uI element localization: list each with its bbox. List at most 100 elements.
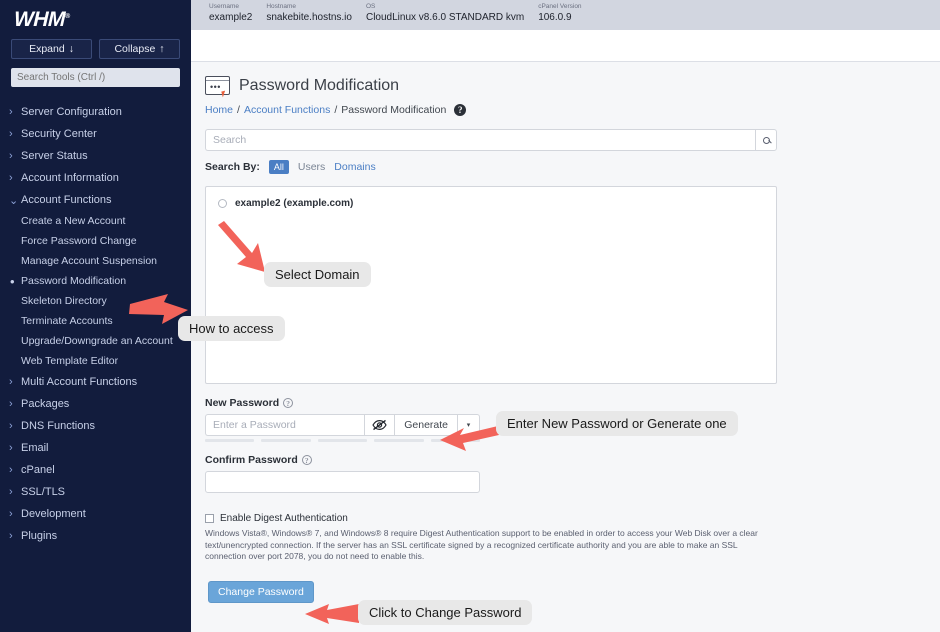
- sidebar-subitem-web-template-editor[interactable]: Web Template Editor: [0, 351, 191, 371]
- breadcrumb-account-functions[interactable]: Account Functions: [244, 104, 330, 116]
- sidebar-item-plugins[interactable]: › Plugins: [0, 525, 191, 547]
- filter-users[interactable]: Users: [298, 161, 325, 173]
- search-by-filters: Search By: All Users Domains: [205, 160, 940, 174]
- sidebar-subitem-label: Terminate Accounts: [21, 315, 113, 327]
- server-info-bar: Username example2 Hostname snakebite.hos…: [191, 0, 940, 30]
- expand-label: Expand: [29, 43, 65, 55]
- account-label: example2 (example.com): [235, 198, 354, 209]
- main-content: ••• Password Modification Home / Account…: [191, 62, 940, 632]
- help-icon[interactable]: ?: [283, 398, 294, 408]
- sidebar-item-label: Account Functions: [21, 194, 112, 206]
- sidebar-item-label: Plugins: [21, 530, 58, 542]
- sidebar-item-label: Server Configuration: [21, 106, 122, 118]
- search-icon: [762, 136, 770, 144]
- eye-slash-icon: [372, 419, 387, 431]
- chevron-right-icon: ›: [9, 486, 13, 498]
- sidebar-item-server-status[interactable]: › Server Status: [0, 145, 191, 167]
- password-modification-icon: •••: [205, 76, 230, 98]
- filter-domains[interactable]: Domains: [334, 161, 375, 173]
- sidebar-item-label: Multi Account Functions: [21, 376, 138, 388]
- collapse-button[interactable]: Collapse ↑: [99, 39, 180, 59]
- info-value: CloudLinux v8.6.0 STANDARD kvm: [365, 12, 525, 23]
- submit-row: Change Password: [205, 580, 940, 603]
- info-label: cPanel Version: [538, 3, 582, 10]
- breadcrumb-home[interactable]: Home: [205, 104, 233, 116]
- chevron-right-icon: ›: [9, 128, 13, 140]
- sidebar-item-development[interactable]: › Development: [0, 503, 191, 525]
- sidebar-subitem-label: Web Template Editor: [21, 355, 119, 367]
- info-value: snakebite.hostns.io: [266, 12, 352, 23]
- search-by-label: Search By:: [205, 161, 260, 173]
- sidebar-subitem-label: Force Password Change: [21, 235, 137, 247]
- new-password-input[interactable]: [205, 414, 365, 436]
- filter-all[interactable]: All: [268, 160, 289, 174]
- server-info-os: OS CloudLinux v8.6.0 STANDARD kvm: [366, 2, 524, 24]
- sidebar-item-account-functions[interactable]: ⌄ Account Functions: [0, 189, 191, 211]
- sidebar-search-wrap: [0, 59, 191, 87]
- sidebar-item-ssl-tls[interactable]: › SSL/TLS: [0, 481, 191, 503]
- help-icon[interactable]: ?: [454, 104, 467, 116]
- sidebar-subitem-create-a-new-account[interactable]: Create a New Account: [0, 211, 191, 231]
- sidebar-item-label: Account Information: [21, 172, 119, 184]
- chevron-right-icon: ›: [9, 530, 13, 542]
- active-indicator-icon: •: [10, 273, 15, 289]
- info-value: example2: [209, 12, 253, 23]
- info-label: OS: [365, 3, 376, 10]
- chevron-right-icon: ›: [9, 376, 13, 388]
- change-password-button[interactable]: Change Password: [208, 580, 314, 603]
- header-spacer: [191, 30, 940, 62]
- sidebar-item-account-information[interactable]: › Account Information: [0, 167, 191, 189]
- sidebar-subitem-label: Upgrade/Downgrade an Account: [21, 335, 173, 347]
- whm-logo-text: WHM: [13, 8, 66, 31]
- search-input[interactable]: [205, 129, 755, 151]
- sidebar-item-packages[interactable]: › Packages: [0, 393, 191, 415]
- confirm-password-label-text: Confirm Password: [205, 454, 298, 466]
- chevron-right-icon: ›: [9, 442, 13, 454]
- account-radio[interactable]: [218, 199, 227, 208]
- chevron-right-icon: ›: [9, 508, 13, 520]
- digest-auth-group: Enable Digest Authentication: [205, 513, 940, 524]
- digest-auth-row[interactable]: Enable Digest Authentication: [205, 513, 940, 524]
- confirm-password-input[interactable]: [205, 471, 480, 493]
- sidebar-subitem-manage-account-suspension[interactable]: Manage Account Suspension: [0, 251, 191, 271]
- chevron-right-icon: ›: [9, 464, 13, 476]
- chevron-right-icon: ›: [9, 106, 13, 118]
- sidebar-item-label: Development: [21, 508, 86, 520]
- tree-controls: Expand ↓ Collapse ↑: [0, 36, 191, 59]
- strength-segment: [261, 439, 311, 442]
- sidebar-item-dns-functions[interactable]: › DNS Functions: [0, 415, 191, 437]
- sidebar-item-email[interactable]: › Email: [0, 437, 191, 459]
- chevron-right-icon: ›: [9, 150, 13, 162]
- search-tools-input[interactable]: [11, 68, 180, 87]
- breadcrumb-current: Password Modification: [341, 104, 447, 116]
- sidebar-item-server-configuration[interactable]: › Server Configuration: [0, 101, 191, 123]
- help-icon[interactable]: ?: [301, 455, 312, 465]
- page-title: Password Modification: [239, 76, 400, 94]
- whm-page: WHM® Expand ↓ Collapse ↑ › Server Config…: [0, 0, 940, 632]
- whm-logo[interactable]: WHM®: [0, 0, 191, 36]
- breadcrumb: Home / Account Functions / Password Modi…: [191, 95, 940, 116]
- sidebar-item-label: Security Center: [21, 128, 97, 140]
- account-search-row: [205, 129, 777, 151]
- new-password-label: New Password ?: [205, 397, 940, 409]
- account-list-item[interactable]: example2 (example.com): [218, 198, 776, 209]
- sidebar-item-label: Server Status: [21, 150, 88, 162]
- sidebar-subitem-force-password-change[interactable]: Force Password Change: [0, 231, 191, 251]
- expand-button[interactable]: Expand ↓: [11, 39, 92, 59]
- sidebar-item-multi-account-functions[interactable]: › Multi Account Functions: [0, 371, 191, 393]
- search-button[interactable]: [755, 129, 777, 151]
- registered-mark: ®: [64, 13, 70, 20]
- server-info-hostname: Hostname snakebite.hostns.io: [266, 2, 352, 24]
- sidebar-subitem-label: Password Modification: [21, 275, 127, 287]
- sidebar-item-cpanel[interactable]: › cPanel: [0, 459, 191, 481]
- toggle-password-visibility-button[interactable]: [364, 414, 396, 436]
- new-password-label-text: New Password: [205, 397, 280, 409]
- digest-auth-checkbox[interactable]: [205, 514, 214, 523]
- breadcrumb-separator: /: [334, 104, 338, 116]
- sidebar-item-security-center[interactable]: › Security Center: [0, 123, 191, 145]
- enter-password-arrow: [440, 426, 499, 451]
- arrow-down-icon: ↓: [68, 43, 74, 55]
- sidebar-subitem-upgrade-downgrade-an-account[interactable]: Upgrade/Downgrade an Account: [0, 331, 191, 351]
- server-info-cpanel-version: cPanel Version 106.0.9: [538, 2, 581, 24]
- info-label: Hostname: [266, 3, 296, 10]
